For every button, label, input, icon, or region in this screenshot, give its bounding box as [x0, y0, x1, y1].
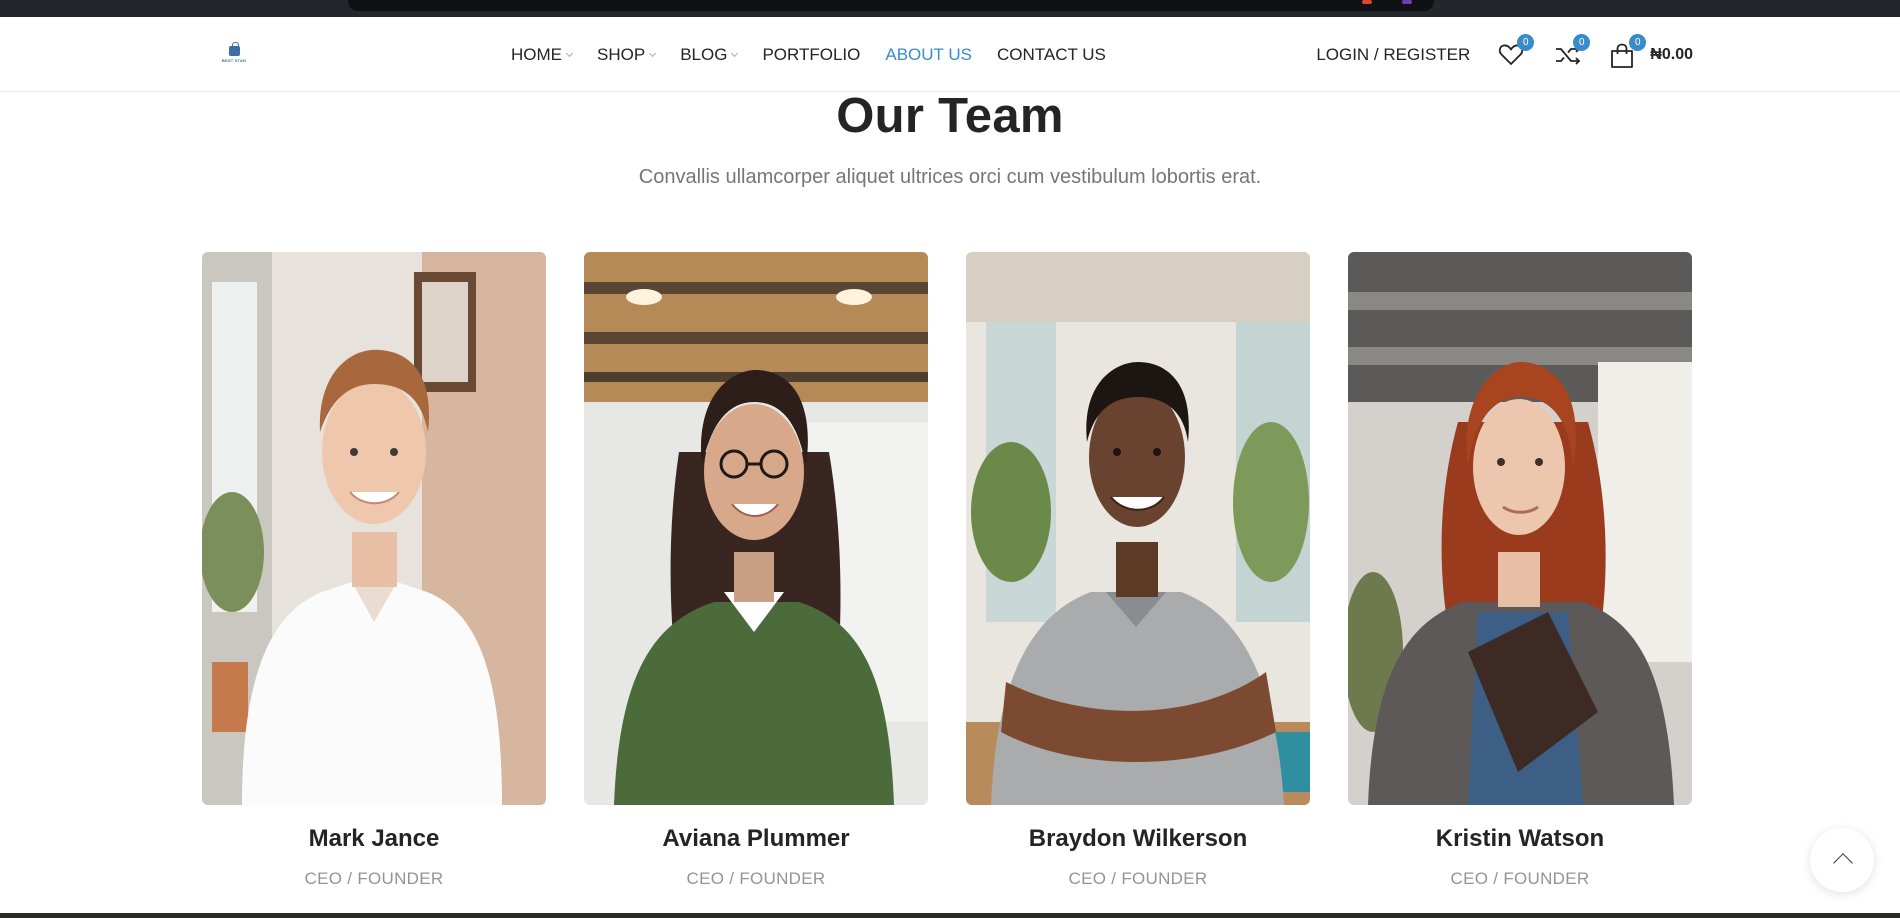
nav-item-label: SHOP: [597, 44, 646, 64]
portrait-man-gray-shirt-image: [966, 252, 1310, 805]
bottom-edge-strip: [0, 913, 1900, 918]
team-member-name: Aviana Plummer: [662, 825, 850, 852]
logo-text: BEST STAR: [221, 58, 247, 63]
cart-count-badge: 0: [1629, 33, 1647, 51]
chevron-down-icon: [731, 49, 739, 57]
team-member-photo: [584, 252, 928, 805]
team-member-name: Braydon Wilkerson: [1028, 825, 1248, 852]
scroll-to-top-button[interactable]: [1810, 828, 1874, 892]
team-member-role: CEO / FOUNDER: [1450, 869, 1590, 888]
portrait-woman-green-sweater-image: [584, 252, 928, 805]
browser-top-strip: [0, 0, 1900, 17]
team-member-card: Mark Jance CEO / FOUNDER: [202, 252, 546, 889]
cart-button[interactable]: 0 ₦0.00: [1608, 33, 1693, 70]
team-grid: Mark Jance CEO / FOUNDER Aviana Plummer …: [202, 252, 1692, 889]
nav-item-home[interactable]: HOME: [511, 44, 574, 65]
team-member-name: Mark Jance: [308, 825, 440, 852]
team-member-photo: [966, 252, 1310, 805]
tab-indicator-icon: [1402, 0, 1412, 4]
team-member-card: Kristin Watson CEO / FOUNDER: [1348, 252, 1692, 889]
nav-item-portfolio[interactable]: PORTFOLIO: [762, 45, 860, 65]
nav-item-label: HOME: [511, 44, 562, 64]
team-member-role: CEO / FOUNDER: [686, 869, 826, 888]
nav-item-blog[interactable]: BLOG: [680, 44, 739, 65]
team-member-photo: [1348, 252, 1692, 805]
section-subtitle: Convallis ullamcorper aliquet ultrices o…: [638, 166, 1262, 188]
cart-total: ₦0.00: [1650, 45, 1693, 63]
portrait-woman-red-hair-image: [1348, 252, 1692, 805]
login-register-link[interactable]: LOGIN / REGISTER: [1316, 45, 1470, 65]
shopping-bag-logo-icon: [228, 42, 240, 56]
tab-indicator-icon: [1362, 0, 1372, 4]
compare-count-badge: 0: [1573, 33, 1591, 51]
team-member-role: CEO / FOUNDER: [1068, 869, 1208, 888]
chevron-up-icon: [1833, 853, 1853, 873]
nav-item-label: CONTACT US: [996, 44, 1106, 64]
site-logo[interactable]: BEST STAR: [219, 42, 249, 67]
main-navigation: HOME SHOP BLOG PORTFOLIO ABOUT US CONTAC…: [511, 17, 1131, 92]
team-member-card: Aviana Plummer CEO / FOUNDER: [584, 252, 928, 889]
nav-item-contact-us[interactable]: CONTACT US: [997, 45, 1106, 65]
chevron-down-icon: [649, 49, 657, 57]
compare-button[interactable]: 0: [1552, 33, 1591, 70]
team-member-name: Kristin Watson: [1435, 825, 1605, 852]
site-header: BEST STAR HOME SHOP BLOG PORTFOLIO ABOUT…: [0, 17, 1900, 92]
portrait-man-white-shirt-image: [202, 252, 546, 805]
nav-item-label: PORTFOLIO: [762, 44, 861, 64]
header-actions: LOGIN / REGISTER 0 0 0 ₦0.00: [1316, 17, 1693, 92]
wishlist-button[interactable]: 0: [1496, 33, 1535, 70]
nav-item-label: BLOG: [680, 44, 728, 64]
nav-item-about-us[interactable]: ABOUT US: [885, 45, 972, 65]
address-bar-shadow: [348, 0, 1434, 11]
team-member-card: Braydon Wilkerson CEO / FOUNDER: [966, 252, 1310, 889]
team-member-role: CEO / FOUNDER: [304, 869, 444, 888]
nav-item-label: ABOUT US: [885, 44, 972, 64]
nav-item-shop[interactable]: SHOP: [597, 44, 657, 65]
cart-icon-wrap: 0: [1608, 33, 1647, 70]
chevron-down-icon: [565, 49, 574, 57]
wishlist-count-badge: 0: [1517, 33, 1535, 51]
team-member-photo: [202, 252, 546, 805]
section-title: Our Team: [836, 89, 1064, 143]
